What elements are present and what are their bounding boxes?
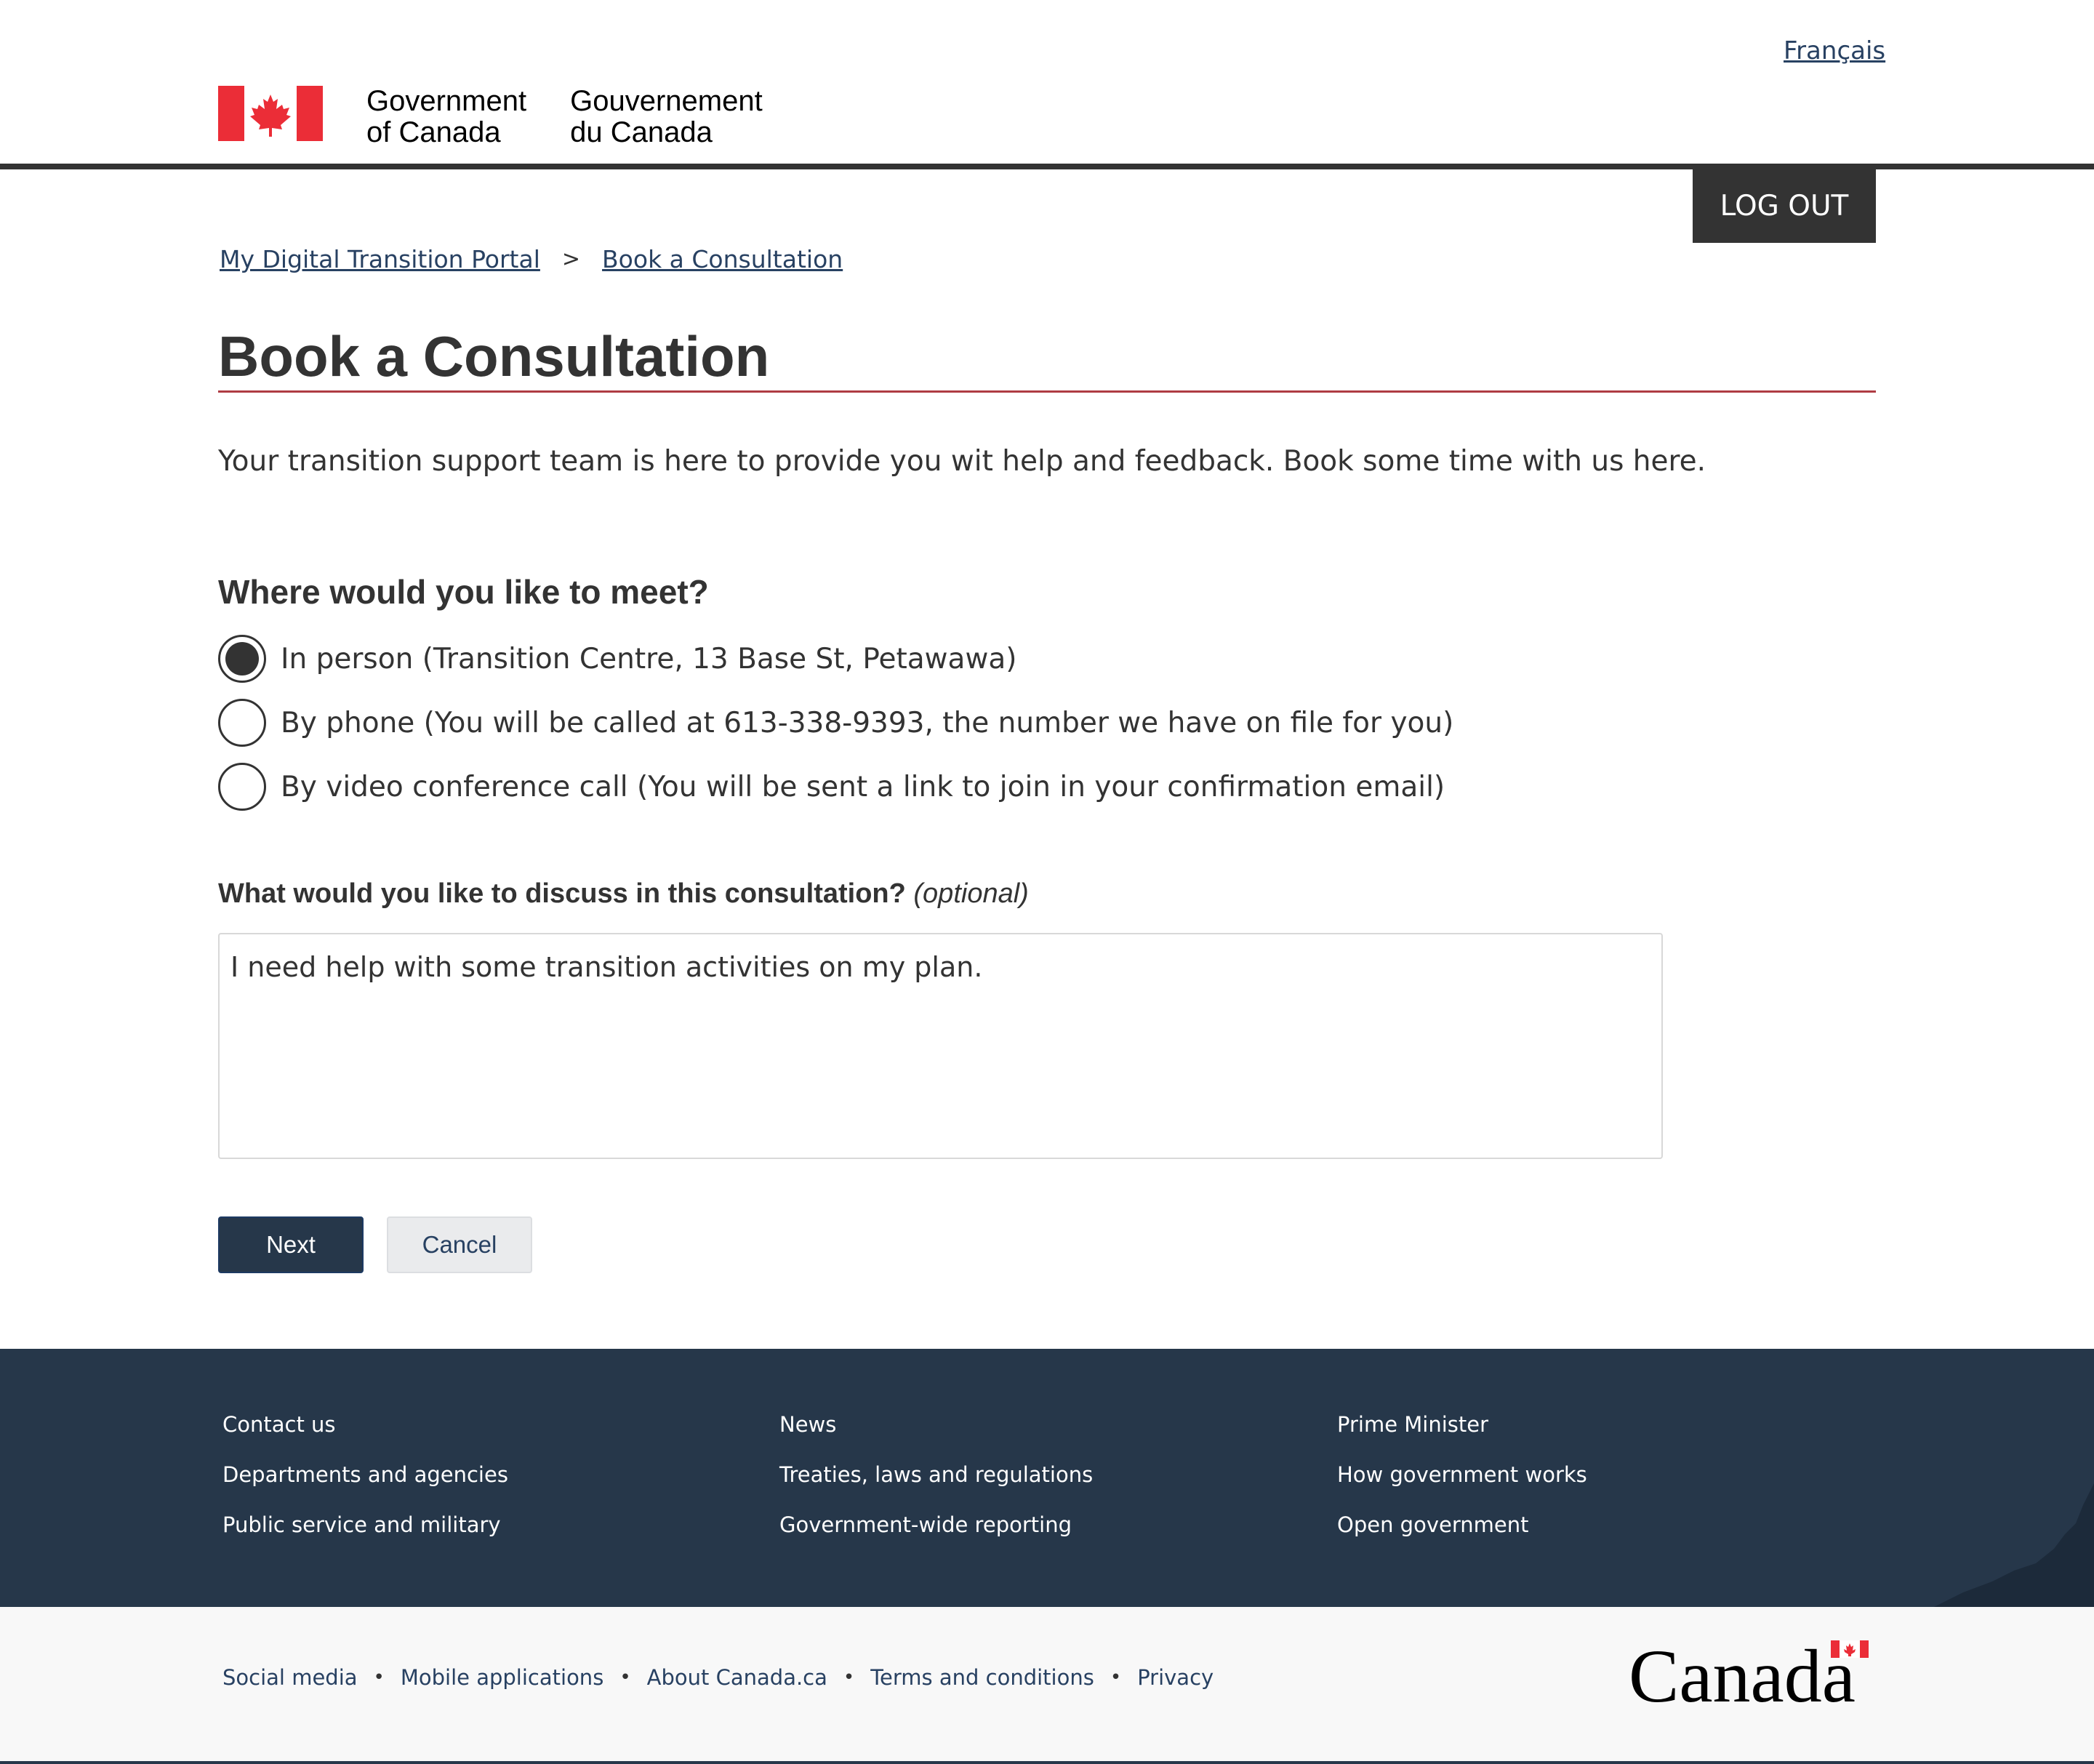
separator-dot: • [373,1667,385,1688]
separator-dot: • [843,1667,855,1688]
radio-label-in-person: In person (Transition Centre, 13 Base St… [281,642,1017,675]
breadcrumb-item-portal[interactable]: My Digital Transition Portal [220,245,540,273]
signature-fr-line1: Gouvernement [570,85,763,117]
cancel-button[interactable]: Cancel [387,1216,532,1273]
header-divider [0,164,2094,169]
footer-secondary-links: Social media • Mobile applications • Abo… [222,1665,1214,1690]
next-button[interactable]: Next [218,1216,364,1273]
footer-link-mobile-applications[interactable]: Mobile applications [401,1665,603,1690]
separator-dot: • [1110,1667,1122,1688]
footer-link-public-service[interactable]: Public service and military [222,1500,508,1550]
meeting-question: Where would you like to meet? [218,573,709,611]
footer-link-terms[interactable]: Terms and conditions [870,1665,1094,1690]
footer-link-contact-us[interactable]: Contact us [222,1400,508,1450]
wordmark-text: Canada [1629,1636,1856,1709]
language-toggle-link[interactable]: Français [1784,36,1885,65]
footer-link-reporting[interactable]: Government-wide reporting [779,1500,1093,1550]
radio-option-video[interactable]: By video conference call (You will be se… [218,763,1445,811]
radio-button-phone[interactable] [218,699,266,747]
footer-link-news[interactable]: News [779,1400,1093,1450]
footer-column-1: Contact us Departments and agencies Publ… [222,1400,508,1550]
footer-link-open-government[interactable]: Open government [1337,1500,1587,1550]
radio-button-in-person[interactable] [218,635,266,683]
footer-column-3: Prime Minister How government works Open… [1337,1400,1587,1550]
footer-column-2: News Treaties, laws and regulations Gove… [779,1400,1093,1550]
signature-en-line1: Government [366,85,527,117]
canada-flag-icon [218,86,323,141]
signature-fr-line2: du Canada [570,116,713,148]
radio-button-video[interactable] [218,763,266,811]
footer-secondary: Social media • Mobile applications • Abo… [0,1607,2094,1764]
landscape-decoration-icon [1934,1483,2094,1607]
footer-link-departments[interactable]: Departments and agencies [222,1450,508,1500]
signature-english: Government of Canada [366,86,526,148]
footer-link-how-government-works[interactable]: How government works [1337,1450,1587,1500]
bottom-border [0,1761,2094,1764]
radio-option-phone[interactable]: By phone (You will be called at 613-338-… [218,699,1453,747]
footer-link-prime-minister[interactable]: Prime Minister [1337,1400,1587,1450]
breadcrumb-item-book-consultation[interactable]: Book a Consultation [602,245,843,273]
signature-french: Gouvernement du Canada [570,86,763,148]
separator-dot: • [619,1667,631,1688]
optional-tag: (optional) [913,878,1029,909]
breadcrumb-separator: > [561,246,581,272]
radio-label-video: By video conference call (You will be se… [281,770,1445,803]
discuss-textarea[interactable]: I need help with some transition activit… [218,933,1663,1159]
title-underline [218,390,1876,393]
signature-en-line2: of Canada [366,116,501,148]
page-title: Book a Consultation [218,324,770,388]
footer-link-treaties[interactable]: Treaties, laws and regulations [779,1450,1093,1500]
intro-text: Your transition support team is here to … [218,445,1706,478]
radio-label-phone: By phone (You will be called at 613-338-… [281,706,1454,739]
discuss-label: What would you like to discuss in this c… [218,878,1029,910]
footer-link-privacy[interactable]: Privacy [1137,1665,1214,1690]
radio-option-in-person[interactable]: In person (Transition Centre, 13 Base St… [218,635,1016,683]
logout-button[interactable]: LOG OUT [1693,169,1876,243]
footer-main: Contact us Departments and agencies Publ… [0,1349,2094,1607]
footer-link-social-media[interactable]: Social media [222,1665,358,1690]
government-signature[interactable]: Government of Canada Gouvernement du Can… [218,86,763,148]
footer-link-about-canada[interactable]: About Canada.ca [647,1665,827,1690]
breadcrumb: My Digital Transition Portal > Book a Co… [220,245,843,273]
canada-wordmark-logo: Canada [1629,1636,1869,1709]
discuss-question: What would you like to discuss in this c… [218,878,906,909]
